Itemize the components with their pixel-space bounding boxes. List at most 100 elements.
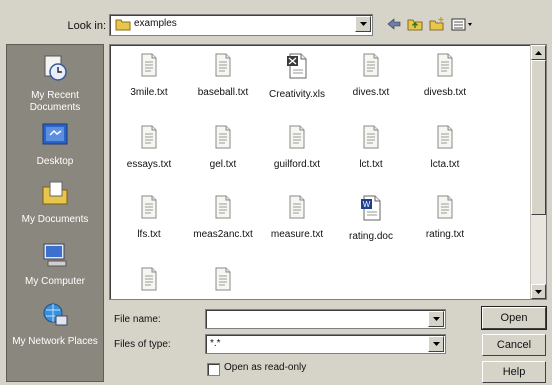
place-label: My Computer (24, 276, 85, 287)
file-name: lfs.txt (137, 229, 161, 240)
desktop-icon (7, 121, 103, 153)
file-list: 3mile.txt baseball.txt Creativity.xls dives… (109, 44, 547, 300)
file-item[interactable]: lfs.txt (110, 195, 188, 240)
file-item[interactable]: meas2anc.txt (184, 195, 262, 240)
places-bar: My Recent Documents Desktop My Documents… (6, 44, 104, 382)
files-of-type-select[interactable]: *.* (205, 334, 446, 354)
text-file-icon (215, 195, 231, 219)
file-icon (406, 195, 484, 222)
scroll-down-button[interactable] (531, 284, 546, 299)
text-file-icon (289, 195, 305, 219)
look-in-dropdown-button[interactable] (355, 16, 371, 32)
file-item[interactable]: lct.txt (332, 125, 410, 170)
scroll-up-arrow-icon (535, 50, 542, 55)
file-name: gel.txt (209, 159, 237, 170)
open-button[interactable]: Open (481, 306, 547, 330)
file-item[interactable]: guilford.txt (258, 125, 336, 170)
word-file-icon: W (361, 195, 381, 221)
file-icon (258, 53, 336, 82)
file-name: 3mile.txt (130, 87, 168, 98)
network-places-icon (7, 301, 103, 333)
file-icon (406, 125, 484, 152)
new-folder-icon (429, 17, 444, 31)
text-file-icon (437, 53, 453, 77)
file-item[interactable] (184, 267, 262, 299)
file-icon (184, 267, 262, 294)
file-item[interactable]: dives.txt (332, 53, 410, 98)
file-name: lct.txt (359, 159, 383, 170)
text-file-icon (215, 125, 231, 149)
chevron-down-icon (359, 22, 367, 26)
file-name: measure.txt (270, 229, 324, 240)
scroll-up-button[interactable] (531, 45, 546, 60)
views-menu-button[interactable] (450, 15, 474, 33)
file-icon (258, 125, 336, 152)
my-computer-icon (7, 241, 103, 273)
files-of-type-label: Files of type: (114, 339, 171, 350)
look-in-label: Look in: (67, 20, 106, 32)
file-name-input[interactable] (205, 309, 446, 329)
place-label: My Recent Documents (29, 90, 81, 113)
text-file-icon (215, 267, 231, 291)
file-item[interactable]: Creativity.xls (258, 53, 336, 100)
file-name-dropdown-button[interactable] (428, 311, 444, 327)
file-item[interactable]: essays.txt (110, 125, 188, 170)
file-name-label: File name: (114, 314, 161, 325)
text-file-icon (141, 125, 157, 149)
files-of-type-dropdown-button[interactable] (428, 336, 444, 352)
scroll-thumb[interactable] (531, 60, 546, 215)
file-item[interactable]: Wrating.doc (332, 195, 410, 242)
place-label: My Documents (21, 214, 89, 225)
file-item[interactable]: baseball.txt (184, 53, 262, 98)
file-name: Creativity.xls (269, 89, 325, 100)
excel-file-icon (287, 53, 307, 79)
file-icon (184, 125, 262, 152)
place-label: My Network Places (12, 336, 98, 347)
file-icon (184, 195, 262, 222)
file-item[interactable]: divesb.txt (406, 53, 484, 98)
file-item[interactable] (110, 267, 188, 299)
place-my-computer[interactable]: My Computer (7, 241, 103, 288)
file-name: baseball.txt (197, 87, 249, 98)
place-desktop[interactable]: Desktop (7, 121, 103, 168)
chevron-down-icon (432, 317, 440, 321)
file-item[interactable]: gel.txt (184, 125, 262, 170)
file-name: divesb.txt (423, 87, 467, 98)
cancel-button[interactable]: Cancel (482, 334, 546, 356)
file-icon (110, 53, 188, 80)
svg-text:W: W (363, 200, 371, 209)
text-file-icon (363, 125, 379, 149)
text-file-icon (437, 125, 453, 149)
back-button[interactable] (386, 15, 402, 33)
vertical-scrollbar[interactable] (530, 45, 546, 299)
file-item[interactable]: rating.txt (406, 195, 484, 240)
recent-documents-icon (7, 53, 103, 87)
text-file-icon (437, 195, 453, 219)
read-only-label: Open as read-only (224, 362, 307, 373)
place-network-places[interactable]: My Network Places (7, 301, 103, 348)
look-in-dropdown[interactable]: examples (109, 14, 373, 36)
file-item[interactable]: 3mile.txt (110, 53, 188, 98)
file-icon (110, 195, 188, 222)
file-icon (110, 267, 188, 294)
folder-icon (115, 18, 131, 34)
file-name: guilford.txt (273, 159, 321, 170)
place-my-documents[interactable]: My Documents (7, 179, 103, 226)
back-arrow-icon (387, 18, 401, 30)
file-item[interactable]: measure.txt (258, 195, 336, 240)
read-only-checkbox[interactable] (207, 363, 220, 376)
help-button[interactable]: Help (482, 361, 546, 383)
new-folder-button[interactable] (428, 15, 446, 33)
file-name: dives.txt (352, 87, 390, 98)
up-folder-button[interactable] (406, 15, 424, 33)
file-name: rating.doc (349, 231, 393, 242)
file-name: essays.txt (126, 159, 172, 170)
place-label: Desktop (36, 156, 74, 167)
file-name: rating.txt (425, 229, 465, 240)
file-item[interactable]: lcta.txt (406, 125, 484, 170)
open-file-dialog: Look in: examples My Recent Documents De… (0, 0, 552, 385)
place-recent-documents[interactable]: My Recent Documents (7, 53, 103, 114)
file-icon (406, 53, 484, 80)
text-file-icon (289, 125, 305, 149)
look-in-value: examples (134, 18, 177, 29)
